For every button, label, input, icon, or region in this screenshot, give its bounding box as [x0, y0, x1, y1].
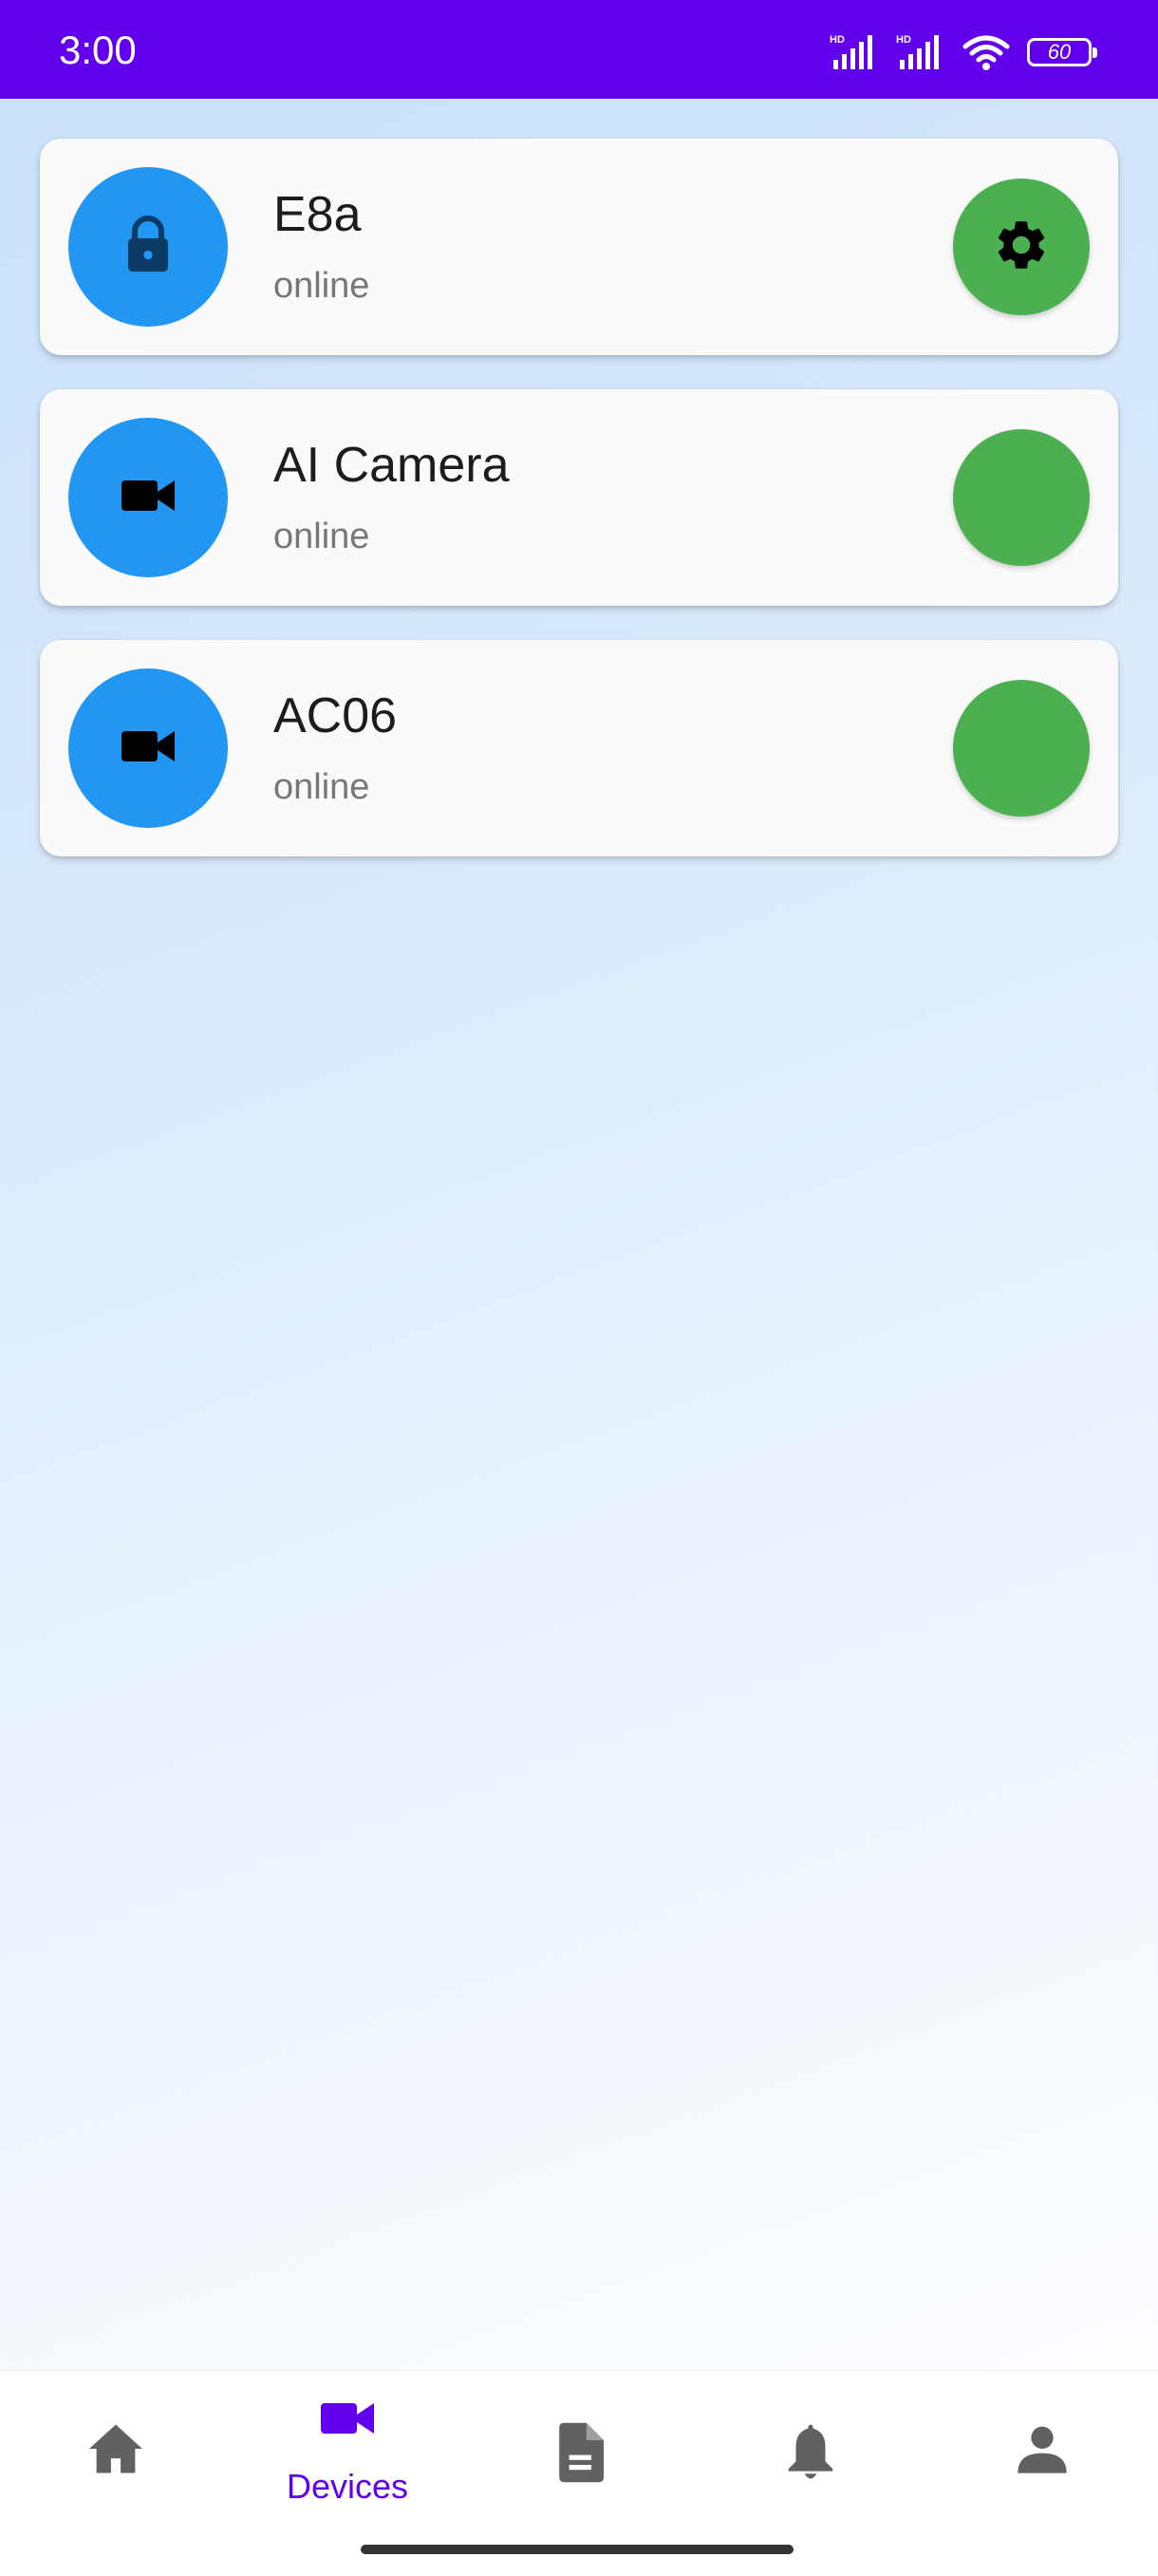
hd-signal-icon: HD	[830, 33, 879, 71]
device-name: E8a	[273, 187, 362, 242]
device-name: AI Camera	[273, 438, 510, 493]
lock-icon	[121, 215, 175, 279]
device-card-e8a[interactable]: E8a online	[40, 139, 1118, 355]
gear-icon	[992, 216, 1051, 279]
wifi-icon	[962, 33, 1010, 71]
nav-item-notifications[interactable]	[695, 2371, 926, 2532]
videocam-icon	[120, 727, 177, 770]
person-icon	[1016, 2422, 1069, 2480]
device-status: online	[273, 266, 370, 306]
status-bar: 3:00 HD HD 60	[0, 0, 1158, 99]
device-card-ac06[interactable]: AC06 online	[40, 640, 1118, 856]
device-list: E8a online AI Camera online AC06 online	[40, 139, 1118, 891]
battery-level: 60	[1047, 40, 1072, 64]
videocam-icon	[319, 2399, 376, 2442]
device-avatar	[68, 167, 228, 327]
svg-text:HD: HD	[896, 34, 911, 46]
nav-item-profile[interactable]	[926, 2371, 1158, 2532]
status-time: 3:00	[59, 28, 137, 72]
device-status: online	[273, 767, 370, 807]
svg-text:HD: HD	[830, 34, 845, 46]
device-action-button[interactable]	[953, 680, 1090, 817]
videocam-icon	[120, 477, 177, 519]
device-avatar	[68, 668, 228, 828]
device-name: AC06	[273, 688, 398, 743]
home-indicator	[361, 2545, 794, 2554]
bell-icon	[786, 2422, 835, 2486]
nav-label-devices: Devices	[286, 2467, 409, 2506]
battery-icon: 60	[1027, 38, 1097, 66]
nav-item-devices[interactable]: Devices	[232, 2371, 463, 2532]
hd-signal-icon: HD	[896, 33, 945, 71]
status-icons: HD HD 60	[830, 28, 1097, 76]
document-icon	[554, 2422, 604, 2488]
device-action-button[interactable]	[953, 429, 1090, 566]
home-icon	[86, 2422, 145, 2480]
nav-item-documents[interactable]	[463, 2371, 695, 2532]
device-settings-button[interactable]	[953, 179, 1090, 315]
device-avatar	[68, 418, 228, 577]
nav-item-home[interactable]	[0, 2371, 232, 2532]
device-status: online	[273, 517, 370, 556]
device-card-ai-camera[interactable]: AI Camera online	[40, 389, 1118, 606]
